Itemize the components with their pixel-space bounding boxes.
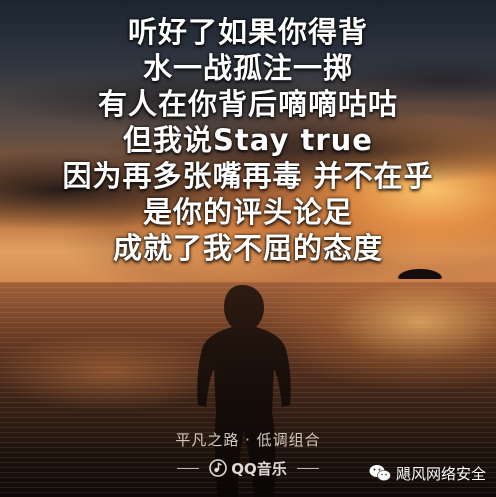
wechat-account-name: 飓风网络安全: [395, 464, 486, 483]
lyric-line: 水一战孤注一掷: [142, 51, 353, 85]
brand-divider-right: [296, 467, 319, 469]
brand-name: QQ音乐: [231, 459, 287, 478]
lyric-line: 有人在你背后嘀嘀咕咕: [97, 87, 398, 121]
brand-divider-left: [177, 467, 200, 469]
lyrics-block: 听好了如果你得背 水一战孤注一掷 有人在你背后嘀嘀咕咕 但我说Stay true…: [0, 14, 496, 266]
lyric-line: 是你的评头论足: [142, 195, 353, 229]
wechat-icon: [369, 464, 391, 482]
wechat-watermark: 飓风网络安全: [369, 462, 486, 484]
qq-music-icon: [209, 459, 228, 477]
song-title: 平凡之路 · 低调组合: [175, 431, 321, 449]
lyric-card: 听好了如果你得背 水一战孤注一掷 有人在你背后嘀嘀咕咕 但我说Stay true…: [0, 0, 496, 497]
lyric-line: 因为再多张嘴再毒 并不在乎: [62, 159, 434, 193]
lyric-line: 成就了我不屈的态度: [112, 231, 383, 265]
lyric-line: 但我说Stay true: [123, 123, 373, 157]
lyric-line: 听好了如果你得背: [127, 15, 368, 49]
